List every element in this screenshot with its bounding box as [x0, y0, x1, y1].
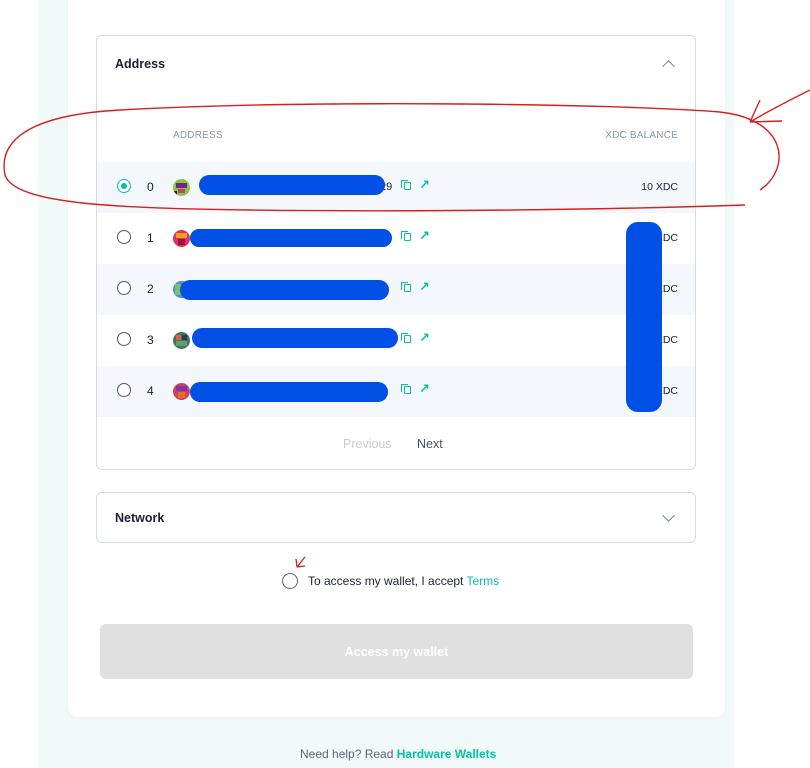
external-link-icon[interactable]: ↗ [419, 177, 430, 193]
address-row[interactable]: 4 6 ↗ XDC [97, 366, 695, 417]
address-index: 1 [147, 231, 154, 245]
next-page-button[interactable]: Next [417, 437, 443, 451]
address-column-header: ADDRESS [173, 130, 223, 141]
redaction-mark [192, 328, 398, 348]
address-index: 0 [147, 180, 154, 194]
address-avatar [173, 332, 190, 349]
external-link-icon[interactable]: ↗ [419, 381, 430, 397]
balance-column-header: XDC BALANCE [605, 130, 678, 141]
hardware-wallets-link[interactable]: Hardware Wallets [397, 747, 497, 761]
help-text: Need help? Read Hardware Wallets [300, 747, 496, 761]
address-row[interactable]: 1 ↗ XDC [97, 213, 695, 264]
address-index: 4 [147, 384, 154, 398]
access-wallet-button[interactable]: Access my wallet [100, 624, 693, 679]
redaction-mark [190, 382, 388, 402]
help-prefix: Need help? Read [300, 747, 394, 761]
address-avatar [173, 179, 190, 196]
address-radio[interactable] [117, 383, 131, 397]
address-section-title[interactable]: Address [115, 57, 165, 71]
redaction-mark [180, 280, 389, 300]
address-index: 3 [147, 333, 154, 347]
annotation-arrow [749, 89, 810, 123]
network-section-title[interactable]: Network [115, 511, 164, 525]
redaction-mark [626, 222, 662, 412]
address-radio[interactable] [117, 179, 131, 193]
terms-label: To access my wallet, I accept Terms [308, 574, 499, 588]
previous-page-button[interactable]: Previous [343, 437, 392, 451]
address-radio[interactable] [117, 281, 131, 295]
network-accordion[interactable]: Network [96, 492, 696, 543]
copy-icon[interactable] [401, 180, 411, 190]
address-avatar [173, 383, 190, 400]
address-radio[interactable] [117, 230, 131, 244]
address-index: 2 [147, 282, 154, 296]
address-accordion: Address ADDRESS XDC BALANCE 0 29 ↗ 10 XD… [96, 35, 696, 470]
address-avatar [173, 230, 190, 247]
external-link-icon[interactable]: ↗ [419, 279, 430, 295]
copy-icon[interactable] [401, 333, 411, 343]
copy-icon[interactable] [401, 282, 411, 292]
address-balance: 10 XDC [641, 181, 678, 193]
chevron-down-icon[interactable] [662, 509, 675, 522]
terms-text: To access my wallet, I accept [308, 574, 464, 588]
copy-icon[interactable] [401, 231, 411, 241]
external-link-icon[interactable]: ↗ [419, 228, 430, 244]
terms-link[interactable]: Terms [467, 574, 500, 588]
terms-checkbox[interactable] [282, 573, 298, 589]
redaction-mark [199, 175, 385, 195]
chevron-up-icon[interactable] [662, 60, 675, 73]
address-row[interactable]: 0 29 ↗ 10 XDC [97, 162, 695, 213]
external-link-icon[interactable]: ↗ [419, 330, 430, 346]
redaction-mark [190, 229, 392, 247]
copy-icon[interactable] [401, 384, 411, 394]
address-radio[interactable] [117, 332, 131, 346]
